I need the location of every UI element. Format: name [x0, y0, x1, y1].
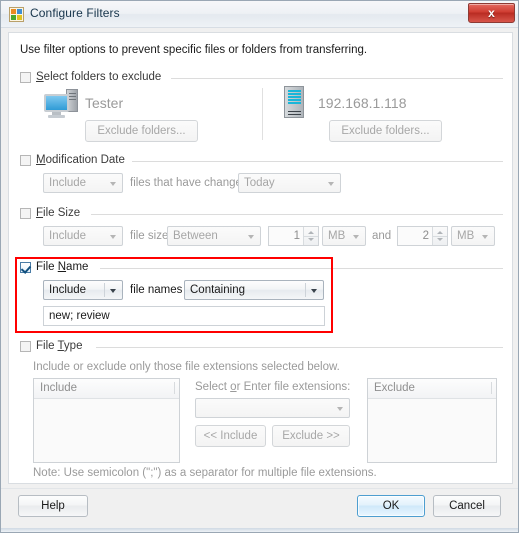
modification-date-mode-select[interactable]: Include	[43, 173, 123, 193]
remote-server-name: 192.168.1.118	[318, 95, 407, 111]
group-label-file-size: File Size	[36, 207, 81, 219]
checkbox-file-size[interactable]	[20, 208, 31, 219]
modification-date-period-select[interactable]: Today	[238, 173, 341, 193]
dialog-body: Use filter options to prevent specific f…	[8, 32, 513, 484]
group-rule	[96, 347, 503, 348]
file-size-max-stepper[interactable]: 2	[397, 226, 448, 246]
file-extensions-label: Select or Enter file extensions:	[195, 381, 351, 393]
group-label-file-name: File Name	[36, 261, 89, 273]
file-size-mode-select[interactable]: Include	[43, 226, 123, 246]
group-label-folders: Select folders to exclude	[36, 71, 162, 83]
footer-divider	[1, 488, 518, 489]
close-button[interactable]: x	[468, 3, 515, 23]
checkbox-modification-date[interactable]	[20, 155, 31, 166]
group-header-modification-date: Modification Date	[20, 154, 503, 168]
ok-button[interactable]: OK	[357, 495, 425, 517]
intro-text: Use filter options to prevent specific f…	[20, 44, 368, 56]
window-bottom-edge	[1, 528, 518, 532]
file-type-description: Include or exclude only those file exten…	[33, 361, 340, 373]
file-name-pattern-input[interactable]: new; review	[43, 306, 325, 326]
exclude-extension-button[interactable]: Exclude >>	[272, 425, 350, 447]
file-size-and-label: and	[372, 230, 392, 242]
file-extension-input[interactable]	[195, 398, 350, 418]
include-extension-button[interactable]: << Include	[195, 425, 266, 447]
file-name-match-select[interactable]: Containing	[184, 280, 324, 300]
file-type-include-list[interactable]: Include	[33, 378, 180, 463]
group-rule	[91, 214, 503, 215]
file-name-middle-label: file names	[130, 284, 183, 296]
file-name-mode-select[interactable]: Include	[43, 280, 123, 300]
file-size-comparison-select[interactable]: Between	[167, 226, 261, 246]
checkbox-file-type[interactable]	[20, 341, 31, 352]
file-size-middle-label: file size	[130, 230, 169, 242]
cancel-button[interactable]: Cancel	[433, 495, 501, 517]
window-title: Configure Filters	[30, 6, 120, 20]
file-size-min-stepper[interactable]: 1	[268, 226, 319, 246]
title-bar: Configure Filters x	[1, 1, 518, 28]
local-computer-icon	[44, 89, 78, 118]
group-header-file-size: File Size	[20, 207, 503, 221]
checkbox-file-name[interactable]	[20, 262, 31, 273]
close-icon: x	[488, 6, 495, 20]
device-divider	[262, 88, 263, 140]
group-header-file-name: File Name	[20, 261, 503, 275]
exclude-folders-local-button[interactable]: Exclude folders...	[85, 120, 198, 142]
modification-date-middle-label: files that have changed	[130, 177, 249, 189]
local-computer-name: Tester	[85, 95, 124, 111]
remote-server-icon	[284, 86, 304, 118]
app-icon	[9, 7, 24, 22]
group-label-modification-date: Modification Date	[36, 154, 125, 166]
configure-filters-dialog: Configure Filters x Use filter options t…	[0, 0, 519, 533]
group-rule	[132, 161, 503, 162]
file-type-exclude-list[interactable]: Exclude	[367, 378, 497, 463]
file-size-min-unit-select[interactable]: MB	[322, 226, 366, 246]
group-label-file-type: File Type	[36, 340, 83, 352]
exclude-folders-remote-button[interactable]: Exclude folders...	[329, 120, 442, 142]
file-size-max-unit-select[interactable]: MB	[451, 226, 495, 246]
checkbox-select-folders[interactable]	[20, 72, 31, 83]
group-header-file-type: File Type	[20, 340, 503, 354]
group-rule	[100, 268, 503, 269]
group-header-folders: Select folders to exclude	[20, 71, 503, 85]
extension-note: Note: Use semicolon (";") as a separator…	[33, 467, 377, 479]
group-rule	[171, 78, 503, 79]
help-button[interactable]: Help	[18, 495, 88, 517]
